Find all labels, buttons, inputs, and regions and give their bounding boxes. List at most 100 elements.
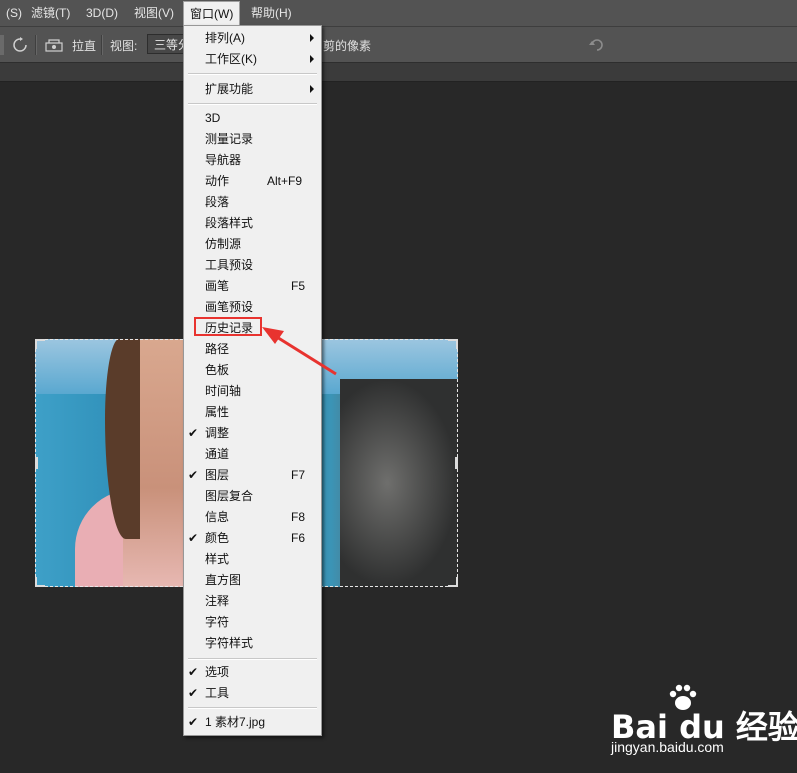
menu-item-panel[interactable]: 动作 Alt+F9 — [184, 171, 321, 192]
menu-item-label: 段落 — [205, 195, 230, 209]
submenu-arrow-icon — [310, 85, 314, 93]
menu-item-label: 直方图 — [205, 573, 242, 587]
menu-item-panel[interactable]: 画笔 F5 — [184, 276, 321, 297]
rotate-icon[interactable] — [12, 37, 28, 53]
menu-item-panel[interactable]: 3D — [184, 108, 321, 129]
check-icon: ✔ — [188, 531, 199, 545]
menu-bar: (S) 滤镜(T) 3D(D) 视图(V) 窗口(W) 帮助(H) — [0, 0, 797, 27]
watermark-url: jingyan.baidu.com — [611, 739, 724, 755]
menu-item-extensions[interactable]: 扩展功能 — [184, 79, 321, 100]
menu-item-panel[interactable]: ✔ 颜色 F6 — [184, 528, 321, 549]
delete-pixels-label[interactable]: 剪的像素 — [323, 37, 371, 54]
menu-item-open-document[interactable]: ✔ 1 素材7.jpg — [184, 712, 321, 733]
menu-item-panel[interactable]: ✔ 调整 — [184, 423, 321, 444]
crop-handle-bottom-left[interactable] — [35, 577, 45, 587]
swap-handle[interactable] — [0, 35, 4, 55]
menu-item-panel[interactable]: 段落样式 — [184, 213, 321, 234]
check-icon: ✔ — [188, 715, 199, 729]
menu-item-panel[interactable]: 画笔预设 — [184, 297, 321, 318]
menu-item-panel[interactable]: 通道 — [184, 444, 321, 465]
menu-item-label: 图层 — [205, 468, 230, 482]
menu-item-panel[interactable]: ✔ 图层 F7 — [184, 465, 321, 486]
menu-item-panel[interactable]: 时间轴 — [184, 381, 321, 402]
annotation-highlight-box — [194, 317, 262, 336]
crop-handle-top-right[interactable] — [448, 339, 458, 349]
menu-item-tools[interactable]: ✔ 工具 — [184, 683, 321, 704]
submenu-arrow-icon — [310, 55, 314, 63]
crop-handle-bottom-right[interactable] — [448, 577, 458, 587]
menu-item-label: 画笔预设 — [205, 300, 254, 314]
document-tab-strip — [0, 63, 797, 82]
menu-item-shortcut: F5 — [291, 279, 306, 293]
menu-item-label: 字符样式 — [205, 636, 254, 650]
crop-handle-left[interactable] — [35, 457, 38, 469]
window-menu-dropdown: 排列(A) 工作区(K) 扩展功能 ✔ 选项 ✔ 工具 ✔ 1 素材7.jpg … — [183, 25, 322, 736]
menu-item-label: 路径 — [205, 342, 230, 356]
menu-item-panel[interactable]: 测量记录 — [184, 129, 321, 150]
menu-3d[interactable]: 3D(D) — [80, 0, 124, 26]
menu-item-panel[interactable]: 图层复合 — [184, 486, 321, 507]
menu-item-label: 调整 — [205, 426, 230, 440]
menu-divider — [188, 73, 317, 75]
menu-item-panel[interactable]: 字符 — [184, 612, 321, 633]
baidu-watermark: Bai du 经验 jingyan.baidu.com — [611, 684, 797, 773]
menu-select[interactable]: (S) — [0, 0, 28, 26]
menu-window[interactable]: 窗口(W) — [183, 1, 241, 27]
menu-item-label: 样式 — [205, 552, 230, 566]
check-icon: ✔ — [188, 665, 199, 679]
menu-item-label: 注释 — [205, 594, 230, 608]
menu-item-workspace[interactable]: 工作区(K) — [184, 49, 321, 70]
check-icon: ✔ — [188, 686, 199, 700]
check-icon: ✔ — [188, 426, 199, 440]
options-bar: 拉直 视图: 三等分 剪的像素 — [0, 27, 797, 63]
menu-item-panel[interactable]: 导航器 — [184, 150, 321, 171]
menu-item-shortcut: F6 — [291, 531, 306, 545]
menu-item-label: 导航器 — [205, 153, 242, 167]
menu-view[interactable]: 视图(V) — [128, 0, 180, 26]
menu-item-panel[interactable]: 字符样式 — [184, 633, 321, 654]
menu-item-panel[interactable]: 信息 F8 — [184, 507, 321, 528]
separator — [101, 35, 103, 55]
menu-filter[interactable]: 滤镜(T) — [25, 0, 76, 26]
menu-item-options[interactable]: ✔ 选项 — [184, 662, 321, 683]
menu-item-label: 字符 — [205, 615, 230, 629]
menu-item-arrange[interactable]: 排列(A) — [184, 28, 321, 49]
menu-item-label: 仿制源 — [205, 237, 242, 251]
submenu-arrow-icon — [310, 34, 314, 42]
menu-divider — [188, 707, 317, 709]
menu-item-label: 画笔 — [205, 279, 230, 293]
menu-item-panel[interactable]: 工具预设 — [184, 255, 321, 276]
menu-item-panel[interactable]: 直方图 — [184, 570, 321, 591]
menu-item-label: 属性 — [205, 405, 230, 419]
menu-item-panel[interactable]: 色板 — [184, 360, 321, 381]
menu-item-panel[interactable]: 段落 — [184, 192, 321, 213]
straighten-icon[interactable] — [44, 37, 64, 53]
menu-item-panel[interactable]: 路径 — [184, 339, 321, 360]
menu-item-panel[interactable]: 样式 — [184, 549, 321, 570]
menu-item-label: 动作 — [205, 174, 230, 188]
crop-handle-top-left[interactable] — [35, 339, 45, 349]
menu-item-label: 测量记录 — [205, 132, 254, 146]
menu-item-label: 时间轴 — [205, 384, 242, 398]
straighten-label[interactable]: 拉直 — [72, 37, 96, 54]
menu-item-panel[interactable]: 属性 — [184, 402, 321, 423]
menu-item-label: 段落样式 — [205, 216, 254, 230]
menu-item-label: 图层复合 — [205, 489, 254, 503]
menu-item-shortcut: Alt+F9 — [267, 174, 303, 188]
menu-divider — [188, 658, 317, 660]
menu-item-shortcut: F8 — [291, 510, 306, 524]
menu-item-label: 信息 — [205, 510, 230, 524]
menu-item-panel[interactable]: 仿制源 — [184, 234, 321, 255]
view-label: 视图: — [110, 39, 138, 53]
menu-item-label: 工具预设 — [205, 258, 254, 272]
menu-item-panel[interactable]: 注释 — [184, 591, 321, 612]
menu-item-label: 颜色 — [205, 531, 230, 545]
menu-item-label: 通道 — [205, 447, 230, 461]
menu-divider — [188, 103, 317, 105]
menu-item-label: 3D — [205, 111, 221, 125]
reset-icon[interactable] — [588, 37, 606, 53]
separator — [35, 35, 37, 55]
crop-handle-right[interactable] — [455, 457, 458, 469]
view-select[interactable]: 三等分 — [147, 34, 187, 54]
menu-help[interactable]: 帮助(H) — [245, 0, 298, 26]
